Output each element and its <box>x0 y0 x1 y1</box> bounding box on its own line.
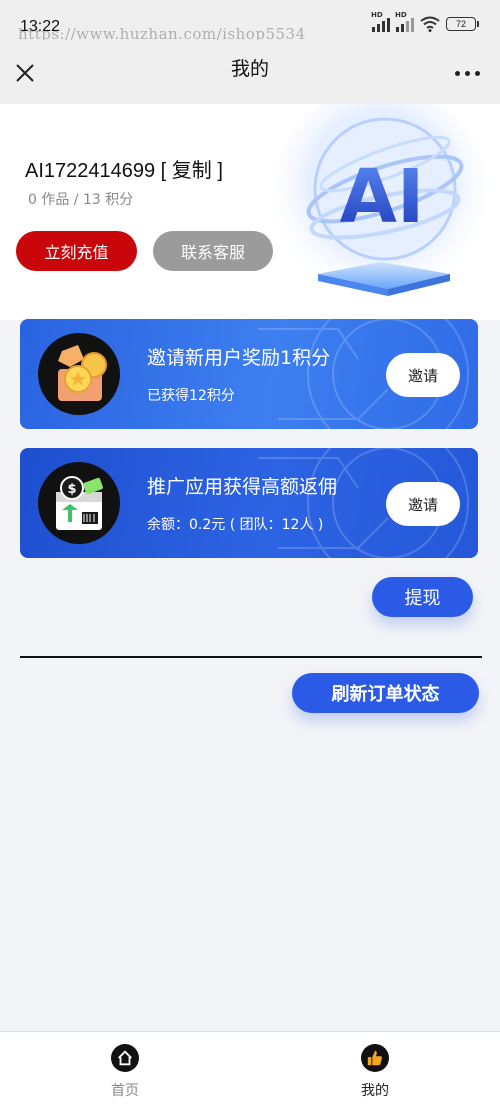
gift-coins-icon <box>38 333 120 415</box>
battery-icon: 72 <box>446 17 479 31</box>
money-box-icon: $ <box>38 462 120 544</box>
ai-globe-illustration: AI <box>272 104 488 302</box>
promote-app-card: $ 推广应用获得高额返佣 余额：0.2元 ( 团队：12人 ) 邀请 <box>20 448 478 558</box>
invite-button[interactable]: 邀请 <box>386 482 460 526</box>
thumbs-up-icon <box>361 1044 389 1072</box>
status-bar: 13:22 https://www.huzhan.com/ishop5534 H… <box>0 0 500 43</box>
more-icon[interactable] <box>455 71 480 76</box>
profile-section: AI1722414699 [ 复制 ] 0 作品 / 13 积分 立刻充值 联系… <box>0 104 500 320</box>
nav-bar: 我的 <box>0 40 500 104</box>
svg-text:$: $ <box>67 482 76 497</box>
user-stats: 0 作品 / 13 积分 <box>28 192 134 208</box>
divider <box>20 656 482 658</box>
invite-user-card: 邀请新用户奖励1积分 已获得12积分 邀请 <box>20 319 478 429</box>
wifi-icon <box>420 16 440 32</box>
recharge-button[interactable]: 立刻充值 <box>16 231 137 271</box>
signal-hd-tag: HD <box>371 11 383 19</box>
tab-mine[interactable]: 我的 <box>325 1044 425 1100</box>
card-title: 邀请新用户奖励1积分 <box>147 347 331 369</box>
signal-hd-tag: HD <box>395 11 407 19</box>
tab-bar: 首页 我的 <box>0 1031 500 1111</box>
signal-icon: HD <box>395 11 414 32</box>
card-subtitle: 余额：0.2元 ( 团队：12人 ) <box>147 517 324 533</box>
status-icons: HD HD 72 <box>371 11 479 32</box>
invite-button[interactable]: 邀请 <box>386 353 460 397</box>
card-subtitle: 已获得12积分 <box>147 388 235 404</box>
signal-icon: HD <box>371 11 390 32</box>
refresh-order-status-button[interactable]: 刷新订单状态 <box>292 673 479 713</box>
tab-home[interactable]: 首页 <box>75 1044 175 1100</box>
home-icon <box>111 1044 139 1072</box>
tab-label: 我的 <box>361 1083 389 1099</box>
user-id[interactable]: AI1722414699 [ 复制 ] <box>25 154 223 183</box>
tab-label: 首页 <box>111 1083 139 1099</box>
contact-service-button[interactable]: 联系客服 <box>153 231 273 271</box>
withdraw-button[interactable]: 提现 <box>372 577 473 617</box>
page-title: 我的 <box>230 58 269 80</box>
svg-text:AI: AI <box>340 154 425 240</box>
card-title: 推广应用获得高额返佣 <box>147 476 338 498</box>
